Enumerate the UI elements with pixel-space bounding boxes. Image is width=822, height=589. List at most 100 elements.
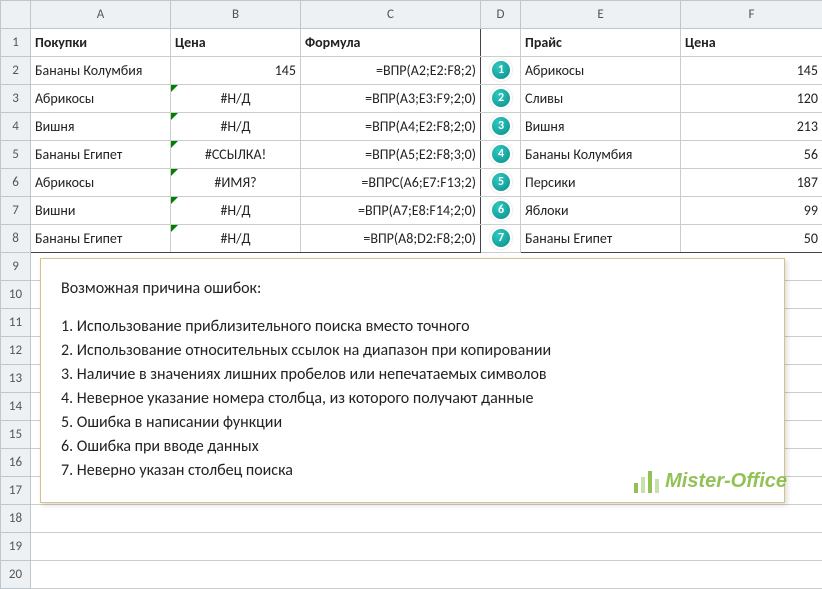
row-header[interactable]: 13 (1, 365, 31, 393)
watermark-logo: Mister-Office (634, 470, 787, 493)
table-row: 3 Абрикосы #Н/Д =ВПР(A3;E3:F9;2;0) Сливы… (1, 85, 822, 113)
badge-icon: 6 (490, 199, 512, 221)
cell[interactable]: 99 (681, 197, 822, 225)
col-header-F[interactable]: F (681, 1, 822, 29)
cell[interactable]: 145 (171, 57, 301, 85)
badge-icon: 2 (490, 87, 512, 109)
row-header[interactable]: 5 (1, 141, 31, 169)
badge-icon: 4 (490, 143, 512, 165)
reason-item: 6. Ошибка при вводе данных (61, 435, 764, 459)
row-header[interactable]: 17 (1, 477, 31, 505)
cell[interactable] (31, 505, 822, 533)
cell[interactable] (31, 533, 822, 561)
cell[interactable]: =ВПР(A2;E2:F8;2) (301, 57, 481, 85)
row-header[interactable]: 1 (1, 29, 31, 57)
cell[interactable]: Цена (681, 29, 822, 57)
col-header-D[interactable]: D (481, 1, 521, 29)
cell[interactable]: =ВПР(A8;D2:F8;2;0) (301, 225, 481, 253)
cell[interactable]: Бананы Колумбия (521, 141, 681, 169)
table-row: 7 Вишни #Н/Д =ВПР(A7;E8:F14;2;0) Яблоки … (1, 197, 822, 225)
row-header[interactable]: 6 (1, 169, 31, 197)
cell[interactable]: 50 (681, 225, 822, 253)
cell[interactable]: Прайс (521, 29, 681, 57)
table-row: 19 (1, 533, 822, 561)
select-all-corner[interactable] (1, 1, 31, 29)
reason-item: 3. Наличие в значениях лишних пробелов и… (61, 363, 764, 387)
table-row: 5 Бананы Египет #ССЫЛКА! =ВПР(A5;E2:F8;3… (1, 141, 822, 169)
cell[interactable]: Сливы (521, 85, 681, 113)
badge-icon: 5 (490, 171, 512, 193)
row-header[interactable]: 19 (1, 533, 31, 561)
cell-error[interactable]: #Н/Д (171, 197, 301, 225)
cell-error[interactable]: #Н/Д (171, 85, 301, 113)
table-row: 8 Бананы Египет #Н/Д =ВПР(A8;D2:F8;2;0) … (1, 225, 822, 253)
row-header[interactable]: 20 (1, 561, 31, 589)
table-row: 1 Покупки Цена Формула Прайс Цена (1, 29, 822, 57)
col-header-C[interactable]: C (301, 1, 481, 29)
cell[interactable]: Вишня (31, 113, 171, 141)
cell[interactable]: =ВПР(A3;E3:F9;2;0) (301, 85, 481, 113)
row-header[interactable]: 7 (1, 197, 31, 225)
row-header[interactable]: 9 (1, 253, 31, 281)
cell[interactable] (31, 561, 822, 589)
cell[interactable]: =ВПРС(A6;E7:F13;2) (301, 169, 481, 197)
table-row: 4 Вишня #Н/Д =ВПР(A4;E2:F8;2;0) Вишня 21… (1, 113, 822, 141)
row-header[interactable]: 16 (1, 449, 31, 477)
row-header[interactable]: 18 (1, 505, 31, 533)
annotation-badges: 1 2 3 4 5 6 7 (490, 59, 512, 249)
cell[interactable]: 213 (681, 113, 822, 141)
cell[interactable]: Формула (301, 29, 481, 57)
reasons-textbox[interactable]: Возможная причина ошибок: 1. Использован… (40, 258, 785, 503)
watermark-text: Mister-Office (665, 470, 787, 493)
col-header-B[interactable]: B (171, 1, 301, 29)
col-header-E[interactable]: E (521, 1, 681, 29)
reason-item: 4. Неверное указание номера столбца, из … (61, 387, 764, 411)
row-header[interactable]: 14 (1, 393, 31, 421)
reason-item: 1. Использование приблизительного поиска… (61, 315, 764, 339)
cell[interactable]: Персики (521, 169, 681, 197)
cell[interactable]: Яблоки (521, 197, 681, 225)
table-row: 20 (1, 561, 822, 589)
cell[interactable]: 56 (681, 141, 822, 169)
cell-error[interactable]: #ССЫЛКА! (171, 141, 301, 169)
cell[interactable]: =ВПР(A4;E2:F8;2;0) (301, 113, 481, 141)
cell-error[interactable]: #Н/Д (171, 225, 301, 253)
badge-icon: 3 (490, 115, 512, 137)
badge-icon: 1 (490, 59, 512, 81)
row-header[interactable]: 11 (1, 309, 31, 337)
cell[interactable]: Вишня (521, 113, 681, 141)
row-header[interactable]: 15 (1, 421, 31, 449)
cell[interactable]: Бананы Египет (31, 141, 171, 169)
table-row: 6 Абрикосы #ИМЯ? =ВПРС(A6;E7:F13;2) Перс… (1, 169, 822, 197)
cell[interactable]: Абрикосы (521, 57, 681, 85)
cell[interactable]: 187 (681, 169, 822, 197)
cell[interactable]: Покупки (31, 29, 171, 57)
bars-icon (634, 471, 659, 493)
cell[interactable]: Вишни (31, 197, 171, 225)
reason-item: 2. Использование относительных ссылок на… (61, 339, 764, 363)
cell[interactable]: Цена (171, 29, 301, 57)
cell-error[interactable]: #ИМЯ? (171, 169, 301, 197)
cell[interactable]: 145 (681, 57, 822, 85)
cell[interactable]: Бананы Египет (31, 225, 171, 253)
cell[interactable]: =ВПР(A5;E2:F8;3;0) (301, 141, 481, 169)
col-header-A[interactable]: A (31, 1, 171, 29)
row-header[interactable]: 10 (1, 281, 31, 309)
row-header[interactable]: 8 (1, 225, 31, 253)
badge-icon: 7 (490, 227, 512, 249)
cell[interactable]: Абрикосы (31, 169, 171, 197)
row-header[interactable]: 3 (1, 85, 31, 113)
table-row: 18 (1, 505, 822, 533)
cell-error[interactable]: #Н/Д (171, 113, 301, 141)
cell[interactable]: 120 (681, 85, 822, 113)
reason-item: 5. Ошибка в написании функции (61, 411, 764, 435)
cell[interactable]: =ВПР(A7;E8:F14;2;0) (301, 197, 481, 225)
cell[interactable] (481, 29, 521, 57)
cell[interactable]: Бананы Колумбия (31, 57, 171, 85)
row-header[interactable]: 4 (1, 113, 31, 141)
cell[interactable]: Абрикосы (31, 85, 171, 113)
row-header[interactable]: 12 (1, 337, 31, 365)
row-header[interactable]: 2 (1, 57, 31, 85)
cell[interactable]: Бананы Египет (521, 225, 681, 253)
reasons-title: Возможная причина ошибок: (61, 277, 764, 301)
